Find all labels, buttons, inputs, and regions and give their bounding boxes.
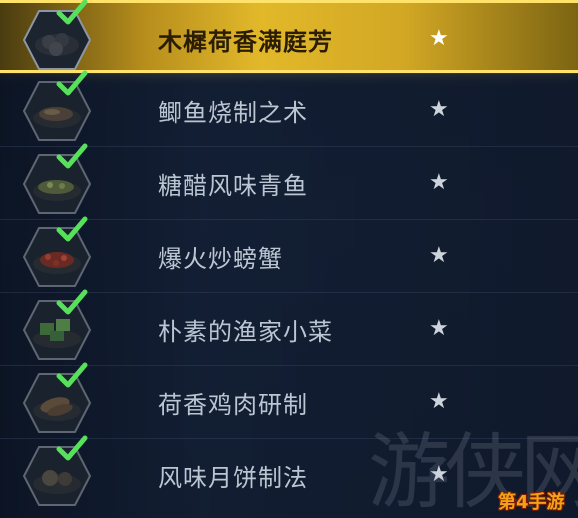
check-icon (56, 435, 88, 461)
check-icon (56, 143, 88, 169)
check-icon (56, 70, 88, 96)
check-icon (56, 362, 88, 388)
recipe-row-2[interactable]: 鲫鱼烧制之术 ★ (0, 70, 578, 146)
star-icon: ★ (429, 389, 449, 414)
recipe-list-panel: 木樨荷香满庭芳 ★ 鲫鱼烧制之术 ★ 糖醋风味青鱼 ★ 爆火炒螃蟹 ★ 朴素的渔… (0, 0, 578, 518)
star-icon: ★ (429, 462, 449, 487)
star-icon: ★ (429, 170, 449, 195)
recipe-name: 糖醋风味青鱼 (158, 172, 308, 200)
recipe-name: 朴素的渔家小菜 (158, 318, 333, 346)
check-icon (56, 216, 88, 242)
recipe-name: 爆火炒螃蟹 (158, 245, 283, 273)
star-icon: ★ (429, 26, 449, 51)
watermark-site-label: 第4手游 (498, 492, 565, 513)
recipe-row-3[interactable]: 糖醋风味青鱼 ★ (0, 143, 578, 219)
recipe-name: 风味月饼制法 (158, 464, 308, 492)
recipe-row-7[interactable]: 风味月饼制法 ★ (0, 435, 578, 518)
recipe-row-4[interactable]: 爆火炒螃蟹 ★ (0, 216, 578, 292)
recipe-row-1[interactable]: 木樨荷香满庭芳 ★ (0, 0, 578, 73)
recipe-name: 荷香鸡肉研制 (158, 391, 308, 419)
recipe-name: 鲫鱼烧制之术 (158, 99, 308, 127)
star-icon: ★ (429, 316, 449, 341)
recipe-row-5[interactable]: 朴素的渔家小菜 ★ (0, 289, 578, 365)
check-icon (56, 0, 88, 25)
recipe-row-6[interactable]: 荷香鸡肉研制 ★ (0, 362, 578, 438)
recipe-name: 木樨荷香满庭芳 (158, 28, 333, 56)
star-icon: ★ (429, 97, 449, 122)
check-icon (56, 289, 88, 315)
star-icon: ★ (429, 243, 449, 268)
